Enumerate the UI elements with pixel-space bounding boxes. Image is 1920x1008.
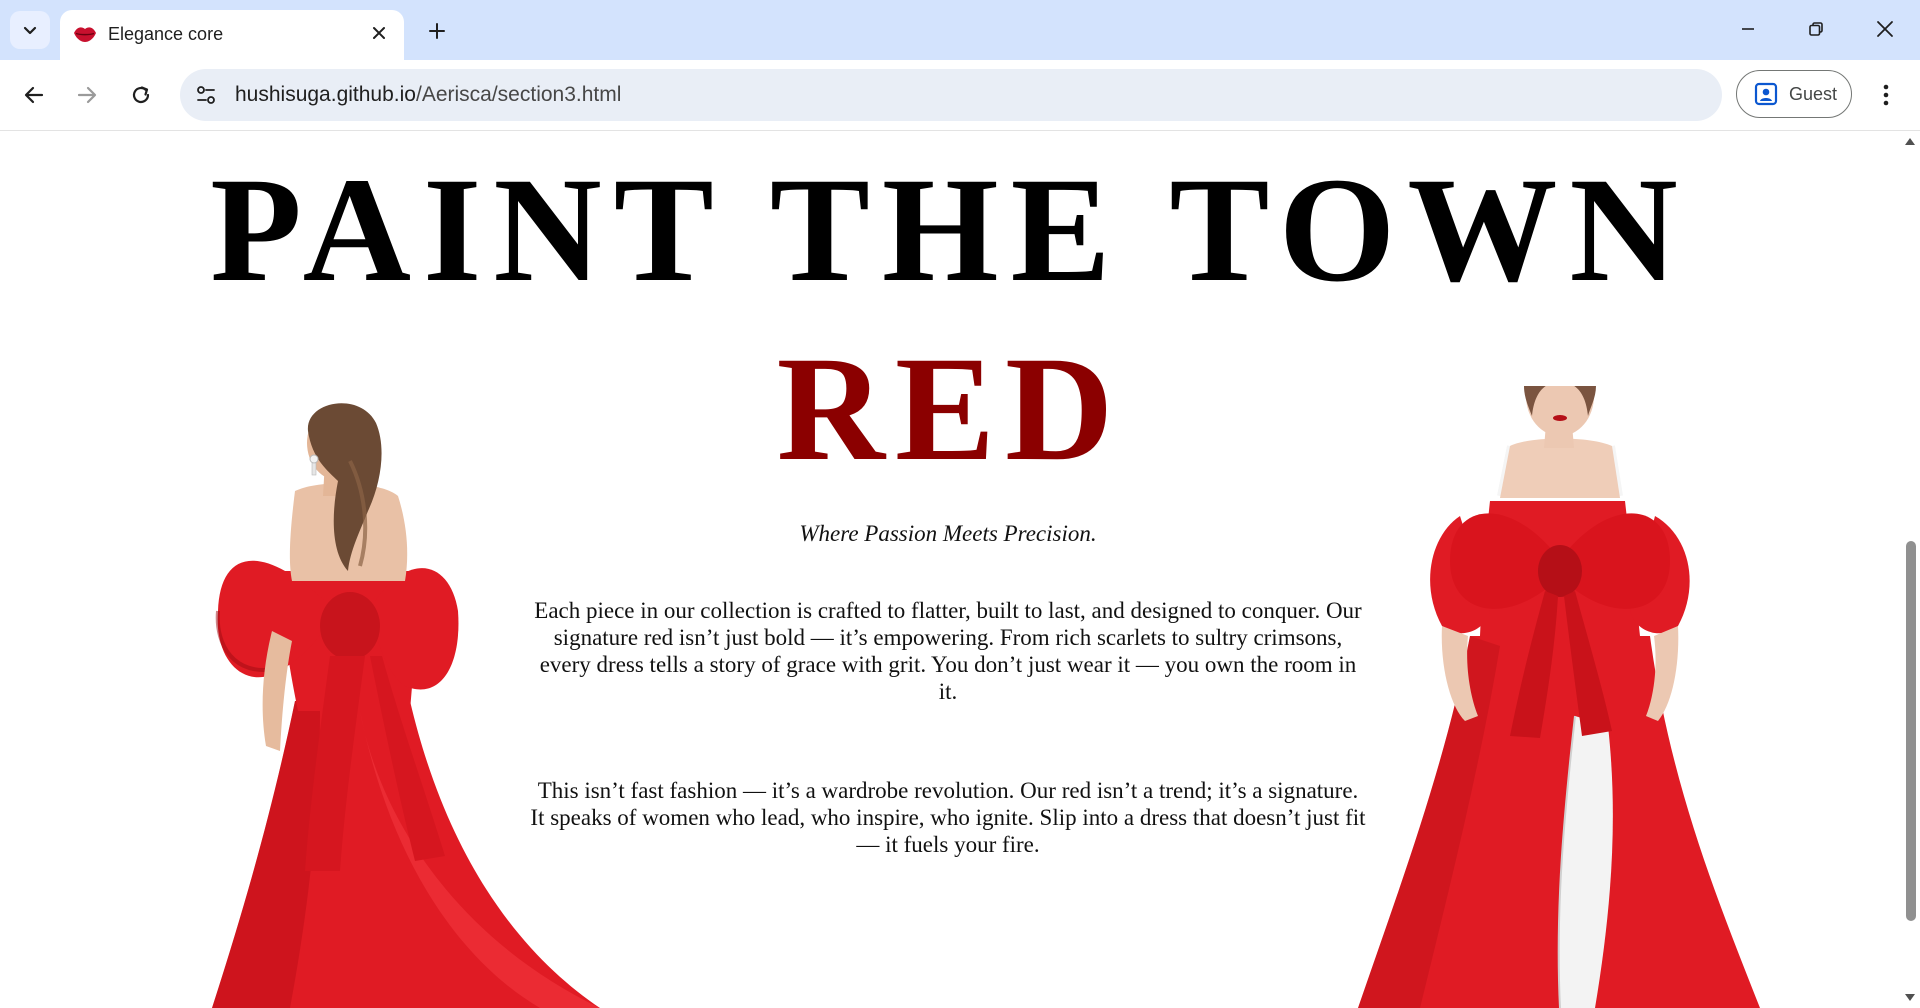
tab-close-button[interactable] — [366, 20, 392, 46]
tab-active[interactable]: Elegance core — [60, 10, 404, 60]
close-icon — [1877, 21, 1893, 37]
person-badge-icon — [1753, 81, 1779, 107]
minimize-button[interactable] — [1723, 8, 1773, 50]
model-image-right — [1358, 386, 1760, 1008]
arrow-left-icon — [24, 86, 44, 104]
paragraph-2: This isn’t fast fashion — it’s a wardrob… — [530, 778, 1366, 857]
scrollbar[interactable] — [1900, 131, 1920, 1008]
plus-icon — [429, 23, 445, 39]
reload-icon — [132, 86, 150, 104]
lips-icon — [72, 21, 98, 47]
paragraph-1: Each piece in our collection is crafted … — [534, 598, 1362, 704]
reload-button[interactable] — [121, 75, 161, 115]
new-tab-button[interactable] — [420, 14, 454, 48]
close-window-button[interactable] — [1860, 8, 1910, 50]
scrollbar-thumb[interactable] — [1906, 541, 1916, 921]
restore-icon — [1809, 22, 1823, 36]
browser-menu-button[interactable] — [1870, 75, 1902, 115]
arrow-right-icon — [77, 86, 97, 104]
url-domain: hushisuga.github.io — [235, 83, 416, 106]
tab-title: Elegance core — [108, 24, 224, 44]
url-path: /Aerisca/section3.html — [415, 83, 622, 106]
profile-label: Guest — [1789, 83, 1838, 104]
restore-button[interactable] — [1791, 8, 1841, 50]
model-image-left — [212, 403, 600, 1008]
scroll-up-arrow-icon[interactable] — [1904, 135, 1916, 147]
chevron-down-icon — [23, 26, 37, 35]
browser-toolbar: hushisuga.github.io/Aerisca/section3.htm… — [0, 60, 1920, 131]
address-bar[interactable]: hushisuga.github.io/Aerisca/section3.htm… — [180, 69, 1722, 121]
url-text[interactable]: hushisuga.github.io/Aerisca/section3.htm… — [235, 83, 621, 107]
tune-icon[interactable] — [192, 81, 220, 109]
back-button[interactable] — [14, 75, 54, 115]
tab-search-button[interactable] — [10, 11, 50, 49]
minimize-icon — [1742, 28, 1754, 30]
profile-button[interactable]: Guest — [1736, 70, 1852, 118]
headline: PAINT THE TOWN — [210, 147, 1690, 313]
page-viewport: PAINT THE TOWN RED Where Passion Meets P… — [0, 131, 1920, 1008]
tab-strip: Elegance core — [0, 0, 1920, 60]
scroll-down-arrow-icon[interactable] — [1904, 992, 1916, 1004]
kebab-menu-icon — [1883, 84, 1889, 106]
forward-button[interactable] — [67, 75, 107, 115]
close-icon — [373, 27, 385, 39]
